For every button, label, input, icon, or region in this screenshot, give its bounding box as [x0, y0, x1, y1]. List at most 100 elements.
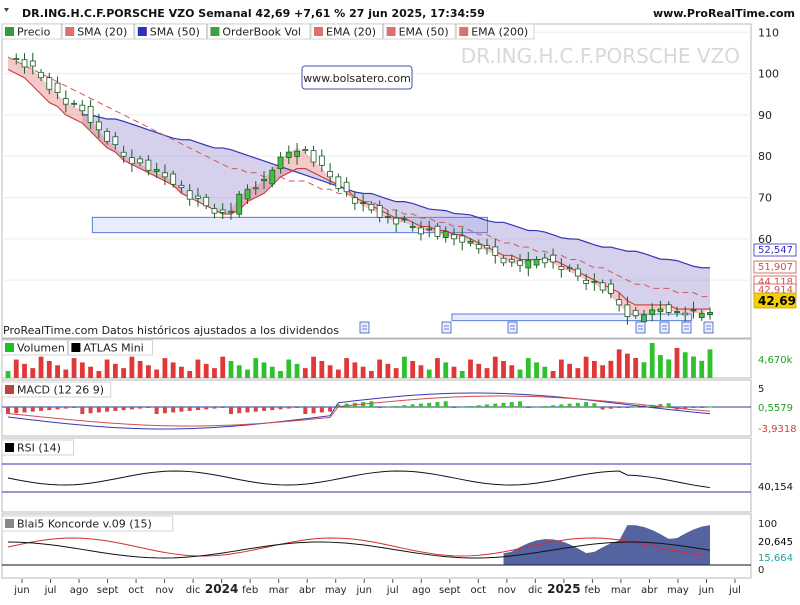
volume-bar — [104, 359, 110, 378]
legend-item[interactable]: ATLAS Mini — [68, 339, 153, 356]
legend-label: Blai5 Koncorde v.09 (15) — [17, 518, 152, 531]
candle-body — [294, 150, 300, 157]
macd-hist-bar — [418, 403, 423, 407]
volume-bar — [410, 360, 416, 378]
macd-hist-bar — [559, 404, 564, 407]
macd-hist-bar — [410, 404, 415, 407]
macd-hist-bar — [592, 403, 597, 407]
rsi-legend[interactable]: RSI (14) — [1, 439, 74, 456]
macd-hist-bar — [129, 407, 134, 410]
volume-bar — [121, 368, 127, 378]
macd-hist-bar — [542, 405, 547, 407]
legend-item[interactable]: Volumen — [1, 339, 68, 356]
volume-bar — [492, 356, 498, 378]
candle-body — [219, 209, 226, 213]
volume-bar — [146, 365, 151, 378]
doc-icon — [359, 321, 370, 334]
macd-value-1: 0,5579 — [758, 403, 793, 414]
volume-bar — [88, 366, 93, 378]
time-tick-label: feb — [242, 585, 258, 596]
chart-svg[interactable]: DR.ING.H.C.F.PORSCHE VZO Semanal 42,69 +… — [0, 0, 800, 600]
candle-body — [698, 312, 705, 318]
price-right-label-text: 42,69 — [758, 294, 796, 308]
candle-body — [574, 268, 581, 277]
candle-body — [467, 240, 474, 244]
macd-legend[interactable]: MACD (12 26 9) — [1, 381, 112, 398]
macd-hist-bar — [435, 402, 440, 407]
macd-hist-bar — [402, 405, 407, 407]
volume-legend[interactable]: Volumen ATLAS Mini — [1, 339, 153, 356]
volume-bar — [261, 362, 267, 378]
volume-bar — [377, 359, 383, 378]
time-tick-label: 2024 — [205, 582, 238, 596]
koncorde-value-labels: 20,645 15,664 — [758, 537, 793, 564]
legend-swatch — [65, 27, 75, 36]
volume-bar — [402, 356, 407, 378]
macd-hist-bar — [138, 407, 143, 409]
legend-item[interactable]: EMA (20) — [310, 23, 383, 40]
macd-hist-bar — [162, 407, 167, 414]
macd-hist-bar — [121, 407, 126, 411]
price-right-label: 52,547 — [753, 243, 797, 257]
volume-bar — [616, 349, 622, 378]
legend-swatch — [386, 27, 396, 36]
candle-body — [186, 190, 193, 200]
macd-hist-bar — [303, 407, 308, 415]
candle-body — [674, 311, 680, 313]
volume-bar — [253, 358, 259, 378]
candle-body — [203, 196, 210, 207]
macd-hist-bar — [699, 407, 704, 408]
volume-bar — [691, 356, 696, 378]
legend-item[interactable]: Blai5 Koncorde v.09 (15) — [1, 515, 174, 532]
koncorde-legend[interactable]: Blai5 Koncorde v.09 (15) — [1, 515, 174, 532]
volume-bar — [534, 362, 539, 378]
candle-body — [244, 188, 251, 200]
volume-bar — [352, 362, 358, 378]
legend-item[interactable]: MACD (12 26 9) — [1, 381, 112, 398]
chart-window: DR.ING.H.C.F.PORSCHE VZO Semanal 42,69 +… — [0, 0, 800, 600]
volume-bar — [426, 369, 432, 378]
header-site[interactable]: www.ProRealTime.com — [653, 7, 795, 20]
macd-hist-bar — [63, 407, 68, 409]
volume-bar — [649, 343, 655, 378]
legend-item[interactable]: SMA (20) — [61, 23, 135, 40]
candle-body — [566, 267, 573, 270]
volume-bar — [583, 356, 589, 378]
volume-bar — [418, 365, 424, 378]
time-axis: jun jul ago sept oct nov dic 2024 feb mar abr may ju… — [13, 579, 741, 596]
legend-item[interactable]: SMA (50) — [134, 23, 207, 40]
volume-bar — [187, 371, 193, 378]
volume-bar — [137, 360, 143, 378]
macd-hist-bar — [509, 402, 514, 407]
macd-hist-bar — [212, 407, 217, 409]
candle-body — [95, 121, 102, 131]
volume-bar — [154, 369, 160, 378]
volume-bar — [443, 362, 449, 378]
volume-bar — [674, 347, 680, 378]
legend-swatch — [5, 343, 14, 352]
volume-bar — [368, 371, 374, 378]
legend-item[interactable]: OrderBook Vol — [206, 23, 311, 40]
time-tick-label: jun — [698, 585, 714, 596]
legend-item[interactable]: EMA (200) — [455, 23, 535, 40]
price-legend[interactable]: Precio SMA (20) SMA (50) OrderBook Vol EMA (… — [1, 23, 535, 40]
legend-item[interactable]: RSI (14) — [1, 439, 74, 456]
macd-hist-bar — [633, 406, 638, 408]
site-box[interactable]: www.bolsatero.com — [301, 65, 413, 90]
candle-body — [508, 259, 515, 263]
volume-bar — [220, 356, 226, 378]
candle-body — [533, 259, 540, 266]
price-tick-label: 90 — [758, 109, 772, 122]
time-tick-label: nov — [155, 585, 173, 596]
time-tick-label: oct — [128, 585, 144, 596]
volume-bar — [682, 352, 688, 378]
legend-swatch — [71, 343, 81, 352]
volume-bar — [327, 365, 333, 378]
time-tick-label: mar — [611, 585, 632, 596]
volume-bar — [517, 369, 523, 378]
legend-item[interactable]: Precio — [1, 23, 62, 40]
candle-body — [665, 304, 672, 313]
legend-item[interactable]: EMA (50) — [383, 23, 456, 40]
candle-body — [46, 77, 53, 90]
macd-hist-bar — [253, 407, 258, 412]
